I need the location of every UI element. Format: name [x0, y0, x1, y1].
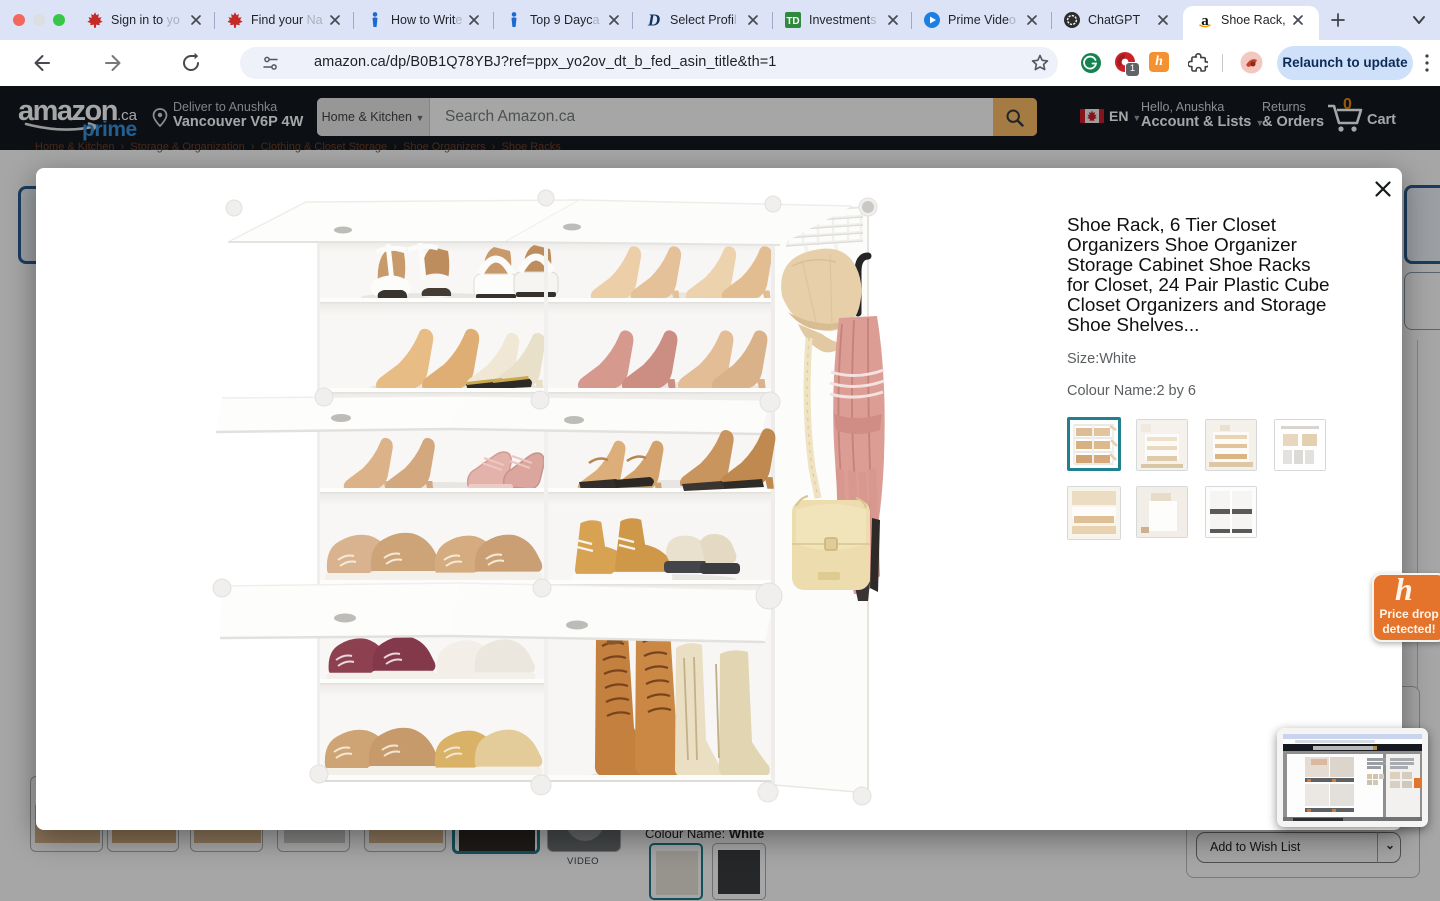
svg-text:TD: TD	[786, 16, 799, 27]
svg-text:D: D	[647, 11, 660, 29]
